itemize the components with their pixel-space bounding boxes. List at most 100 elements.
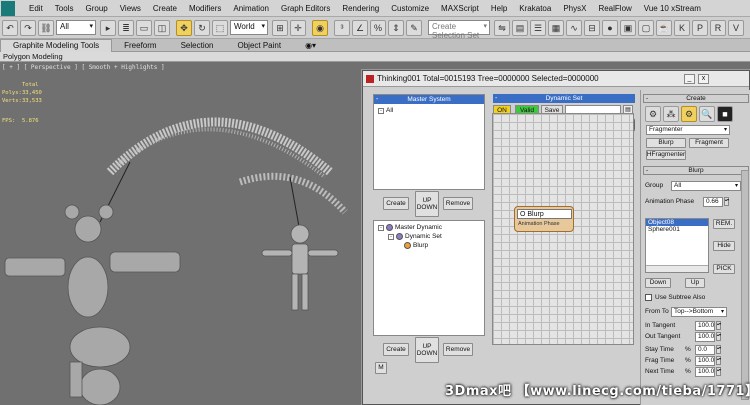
frag-time-value[interactable]: 100.0 bbox=[695, 356, 715, 366]
tree-dynamic-set[interactable]: - Dynamic Set bbox=[388, 233, 442, 240]
next-time-spinner[interactable]: ▴▾ bbox=[716, 367, 721, 376]
out-tangent-value[interactable]: 100.0 bbox=[695, 332, 715, 342]
render-frame-icon[interactable]: ▢ bbox=[638, 20, 654, 36]
object-item-object08[interactable]: Object08 bbox=[646, 219, 708, 226]
close-button[interactable]: x bbox=[698, 74, 709, 84]
stay-time-spinner[interactable]: ▴▾ bbox=[716, 345, 721, 354]
material-editor-icon[interactable]: ● bbox=[602, 20, 618, 36]
select-by-name-icon[interactable]: ≣ bbox=[118, 20, 134, 36]
undo-icon[interactable]: ↶ bbox=[2, 20, 18, 36]
menu-edit[interactable]: Edit bbox=[23, 4, 49, 13]
menu-vue[interactable]: Vue 10 xStream bbox=[638, 4, 707, 13]
remove-object-button[interactable]: REM. bbox=[713, 219, 735, 229]
blurp-rollout[interactable]: - Blurp bbox=[643, 166, 749, 175]
window-crossing-icon[interactable]: ◫ bbox=[154, 20, 170, 36]
snap-icon[interactable]: ³ bbox=[334, 20, 350, 36]
spinner-snap-icon[interactable]: ⇕ bbox=[388, 20, 404, 36]
schematic-icon[interactable]: ⊟ bbox=[584, 20, 600, 36]
scale-icon[interactable]: ⬚ bbox=[212, 20, 228, 36]
pivot-icon[interactable]: ⊞ bbox=[272, 20, 288, 36]
menu-views[interactable]: Views bbox=[114, 4, 147, 13]
tab-object-paint[interactable]: Object Paint bbox=[226, 41, 294, 50]
blurp-button[interactable]: Blurp bbox=[646, 138, 686, 148]
command-panel-scrollbar[interactable] bbox=[741, 170, 749, 400]
angle-snap-icon[interactable]: ∠ bbox=[352, 20, 368, 36]
objects-list[interactable]: Object08 Sphere001 bbox=[645, 218, 709, 273]
physx-icon[interactable]: P bbox=[692, 20, 708, 36]
menu-group[interactable]: Group bbox=[79, 4, 113, 13]
ribbon-toggle-icon[interactable]: ▦ bbox=[548, 20, 564, 36]
create-rollout[interactable]: - Create bbox=[643, 94, 749, 103]
realflow-icon[interactable]: R bbox=[710, 20, 726, 36]
animation-phase-spinner[interactable]: ▴▾ bbox=[724, 197, 729, 206]
menu-tools[interactable]: Tools bbox=[49, 4, 80, 13]
curve-editor-icon[interactable]: ∿ bbox=[566, 20, 582, 36]
keyboard-shortcut-icon[interactable]: ◉ bbox=[312, 20, 328, 36]
frag-time-spinner[interactable]: ▴▾ bbox=[716, 356, 721, 365]
particles-icon[interactable]: ⁂ bbox=[663, 106, 679, 122]
menu-customize[interactable]: Customize bbox=[385, 4, 435, 13]
percent-snap-icon[interactable]: % bbox=[370, 20, 386, 36]
master-remove-button[interactable]: Remove bbox=[443, 197, 473, 210]
hide-button[interactable]: Hide bbox=[713, 241, 735, 251]
stay-time-value[interactable]: 0.0 bbox=[695, 345, 715, 355]
blurp-node[interactable]: O Blurp Animation Phase bbox=[514, 206, 574, 232]
selection-set-dropdown[interactable]: Create Selection Set bbox=[428, 20, 490, 40]
search-icon[interactable]: 🔍 bbox=[699, 106, 715, 122]
menu-physx[interactable]: PhysX bbox=[557, 4, 592, 13]
from-to-dropdown[interactable]: Top-->Bottom bbox=[671, 307, 727, 317]
tree-blurp[interactable]: Blurp bbox=[404, 242, 428, 249]
link-icon[interactable]: ⛓ bbox=[38, 20, 54, 36]
in-tangent-spinner[interactable]: ▴▾ bbox=[716, 321, 721, 330]
menu-create[interactable]: Create bbox=[147, 4, 183, 13]
app-logo[interactable] bbox=[1, 0, 15, 16]
move-icon[interactable]: ✥ bbox=[176, 20, 192, 36]
tab-graphite-modeling[interactable]: Graphite Modeling Tools bbox=[0, 38, 113, 52]
tab-freeform[interactable]: Freeform bbox=[112, 41, 168, 50]
gear-icon[interactable]: ⚙ bbox=[645, 106, 661, 122]
render-icon[interactable]: ☕ bbox=[656, 20, 672, 36]
menu-krakatoa[interactable]: Krakatoa bbox=[513, 4, 557, 13]
use-subtree-checkbox[interactable] bbox=[645, 294, 652, 301]
tree-updown-button[interactable]: UP DOWN bbox=[415, 337, 439, 363]
edit-named-sets-icon[interactable]: ✎ bbox=[406, 20, 422, 36]
fragmenter-dropdown[interactable]: Fragmenter bbox=[646, 125, 730, 135]
tree-master-dynamic[interactable]: - Master Dynamic bbox=[378, 224, 442, 231]
animation-phase-value[interactable]: 0.66 bbox=[703, 197, 723, 207]
out-tangent-spinner[interactable]: ▴▾ bbox=[716, 332, 721, 341]
tree-create-button[interactable]: Create bbox=[383, 343, 409, 356]
render-setup-icon[interactable]: ▣ bbox=[620, 20, 636, 36]
align-icon[interactable]: ▤ bbox=[512, 20, 528, 36]
master-system-item-all[interactable]: - All bbox=[378, 107, 393, 114]
down-button[interactable]: Down bbox=[645, 278, 671, 288]
menu-animation[interactable]: Animation bbox=[227, 4, 275, 13]
up-button[interactable]: Up bbox=[685, 278, 705, 288]
menu-rendering[interactable]: Rendering bbox=[336, 4, 385, 13]
menu-realflow[interactable]: RealFlow bbox=[592, 4, 637, 13]
rotate-icon[interactable]: ↻ bbox=[194, 20, 210, 36]
tab-selection[interactable]: Selection bbox=[169, 41, 226, 50]
select-manipulate-icon[interactable]: ✛ bbox=[290, 20, 306, 36]
master-system-header[interactable]: - Master System bbox=[374, 95, 484, 104]
object-item-sphere001[interactable]: Sphere001 bbox=[646, 226, 708, 233]
minimize-button[interactable]: _ bbox=[684, 74, 695, 84]
expand-icon[interactable]: - bbox=[378, 107, 384, 114]
m-button[interactable]: M bbox=[375, 362, 387, 374]
polygon-modeling-bar[interactable]: Polygon Modeling bbox=[0, 52, 750, 62]
tree-remove-button[interactable]: Remove bbox=[443, 343, 473, 356]
redo-icon[interactable]: ↷ bbox=[20, 20, 36, 36]
settings-icon[interactable]: ⚙ bbox=[681, 106, 697, 122]
cube-icon[interactable]: ■ bbox=[717, 106, 733, 122]
krakatoa-icon[interactable]: K bbox=[674, 20, 690, 36]
menu-help[interactable]: Help bbox=[485, 4, 513, 13]
layer-icon[interactable]: ☰ bbox=[530, 20, 546, 36]
mirror-icon[interactable]: ⇋ bbox=[494, 20, 510, 36]
group-dropdown[interactable]: All bbox=[671, 181, 741, 191]
ribbon-options-icon[interactable]: ◉▾ bbox=[293, 41, 328, 50]
dynamic-set-header[interactable]: - Dynamic Set bbox=[493, 94, 635, 103]
next-time-value[interactable]: 100.0 bbox=[695, 367, 715, 377]
objects-scrollbar[interactable] bbox=[646, 265, 708, 272]
fragment-button[interactable]: Fragment bbox=[689, 138, 729, 148]
hfragmenter-button[interactable]: HFragmenter bbox=[646, 150, 686, 160]
menu-modifiers[interactable]: Modifiers bbox=[183, 4, 227, 13]
